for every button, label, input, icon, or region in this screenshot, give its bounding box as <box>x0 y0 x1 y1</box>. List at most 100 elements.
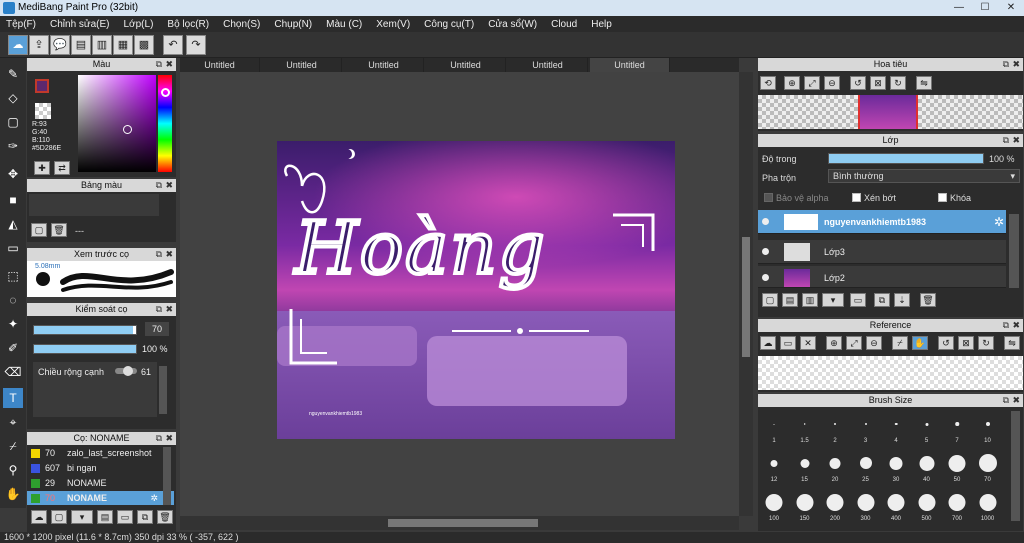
magic-wand-icon[interactable]: ✦ <box>3 314 23 334</box>
upload-icon[interactable]: ⇪ <box>29 35 49 55</box>
tab-untitled-5[interactable]: Untitled <box>508 58 588 72</box>
panel-close-icon[interactable]: ✖ <box>165 58 173 71</box>
delete-brush-icon[interactable]: 🗑 <box>157 510 173 524</box>
nav-reset-icon[interactable]: ⊠ <box>870 76 886 90</box>
brush-size-slider[interactable] <box>33 325 137 335</box>
merge-layer-icon[interactable]: ⇣ <box>894 293 910 307</box>
panel-expand-icon[interactable]: ⧉ <box>156 248 162 261</box>
brush-size-cell[interactable]: 400 <box>882 488 910 524</box>
new-brush-icon[interactable]: ▢ <box>51 510 67 524</box>
panel-close-icon[interactable]: ✖ <box>165 248 173 261</box>
eraser-tool-icon[interactable]: ◇ <box>3 88 23 108</box>
panel-close-icon[interactable]: ✖ <box>1012 319 1020 332</box>
brush-size-cell[interactable]: 1.5 <box>791 410 819 446</box>
brush-size-cell[interactable]: 40 <box>913 449 941 485</box>
panel-expand-icon[interactable]: ⧉ <box>156 58 162 71</box>
brush-size-value[interactable]: 70 <box>145 322 169 336</box>
lasso-tool-icon[interactable]: ◌ <box>3 290 23 310</box>
nav-flip-icon[interactable]: ⇋ <box>916 76 932 90</box>
layer-visibility-icon[interactable] <box>762 274 769 281</box>
brush-size-cell[interactable]: 50 <box>943 449 971 485</box>
layer-opacity-slider[interactable] <box>828 153 984 164</box>
brush-size-cell[interactable]: 200 <box>821 488 849 524</box>
menu-window[interactable]: Cửa sổ(W) <box>482 19 545 30</box>
duplicate-brush-icon[interactable]: ⧉ <box>137 510 153 524</box>
panel-close-icon[interactable]: ✖ <box>165 432 173 445</box>
select-pen-icon[interactable]: ✐ <box>3 338 23 358</box>
layer-row[interactable]: Lớp2 <box>758 266 1006 288</box>
layer-visibility-icon[interactable] <box>762 248 769 255</box>
new-8bit-layer-icon[interactable]: ▥ <box>802 293 818 307</box>
bucket-tool-icon[interactable]: ◭ <box>3 214 23 234</box>
brush-size-cell[interactable]: 70 <box>974 449 1002 485</box>
ref-pick-icon[interactable]: ⌿ <box>892 336 908 350</box>
brush-size-cell[interactable]: 500 <box>913 488 941 524</box>
brush-size-cell[interactable]: 2 <box>821 410 849 446</box>
panel-close-icon[interactable]: ✖ <box>165 179 173 192</box>
panel-close-icon[interactable]: ✖ <box>1012 394 1020 407</box>
duplicate-layer-icon[interactable]: ⧉ <box>874 293 890 307</box>
brush-size-scrollbar[interactable] <box>1011 411 1020 521</box>
brush-list-item[interactable]: 70 zalo_last_screenshot <box>27 446 174 460</box>
delete-palette-icon[interactable]: 🗑 <box>51 223 67 237</box>
ref-zoom-out-icon[interactable]: ⊖ <box>866 336 882 350</box>
layer-list-scrollbar[interactable] <box>1009 214 1019 288</box>
nav-fit-icon[interactable]: ⤢ <box>804 76 820 90</box>
new-layer-icon[interactable]: ▢ <box>762 293 778 307</box>
cloud-icon[interactable]: ☁ <box>8 35 28 55</box>
nav-rotate-icon[interactable]: ⟲ <box>760 76 776 90</box>
ref-rotate-left-icon[interactable]: ↺ <box>938 336 954 350</box>
delete-layer-icon[interactable]: 🗑 <box>920 293 936 307</box>
page-icon[interactable]: ▥ <box>92 35 112 55</box>
select-tool-icon[interactable]: ⬚ <box>3 266 23 286</box>
brush-list-item[interactable]: 607 bi ngạn <box>27 461 174 475</box>
tab-untitled-3[interactable]: Untitled <box>344 58 424 72</box>
add-layer-menu-icon[interactable]: ▾ <box>822 293 844 307</box>
tab-untitled-6[interactable]: Untitled <box>590 58 670 72</box>
hue-cursor[interactable] <box>161 88 170 97</box>
select-eraser-icon[interactable]: ⌫ <box>3 362 23 382</box>
foreground-color-swatch[interactable] <box>35 79 49 93</box>
minimize-button[interactable]: — <box>946 0 972 16</box>
menu-cloud[interactable]: Cloud <box>545 19 585 30</box>
tab-untitled-1[interactable]: Untitled <box>180 58 260 72</box>
document-icon[interactable]: ▤ <box>71 35 91 55</box>
layer-row-selected[interactable]: nguyenvankhiemtb1983 ✲ <box>758 210 1006 234</box>
menu-help[interactable]: Help <box>585 19 620 30</box>
gradient-tool-icon[interactable]: ▭ <box>3 238 23 258</box>
panel-expand-icon[interactable]: ⧉ <box>156 179 162 192</box>
ref-hand-icon[interactable]: ✋ <box>912 336 928 350</box>
close-window-button[interactable]: ✕ <box>998 0 1024 16</box>
edge-width-slider[interactable] <box>115 366 137 376</box>
menu-color[interactable]: Màu (C) <box>320 19 370 30</box>
brush-list-item-selected[interactable]: 70 NONAME ✲ <box>27 491 174 505</box>
nav-rotate-left-icon[interactable]: ↺ <box>850 76 866 90</box>
menu-view[interactable]: Xem(V) <box>370 19 418 30</box>
grid-list-icon[interactable]: ▦ <box>113 35 133 55</box>
clipping-checkbox[interactable] <box>852 193 861 202</box>
brush-size-cell[interactable]: 150 <box>791 488 819 524</box>
canvas-vertical-scrollbar[interactable] <box>739 72 753 516</box>
new-halftone-layer-icon[interactable]: ▤ <box>782 293 798 307</box>
fill-rect-tool-icon[interactable]: ■ <box>3 190 23 210</box>
protect-alpha-checkbox[interactable] <box>764 193 773 202</box>
menu-tools[interactable]: Công cụ(T) <box>418 19 482 30</box>
palette-area[interactable] <box>29 194 159 216</box>
menu-layer[interactable]: Lớp(L) <box>118 19 162 30</box>
brush-size-cell[interactable]: 10 <box>974 410 1002 446</box>
brush-opacity-slider[interactable] <box>33 344 137 354</box>
ref-cloud-icon[interactable]: ☁ <box>760 336 776 350</box>
brush-list-scrollbar[interactable] <box>163 447 171 505</box>
cloud-brush-icon[interactable]: ☁ <box>31 510 47 524</box>
maximize-button[interactable]: ☐ <box>972 0 998 16</box>
tab-untitled-4[interactable]: Untitled <box>426 58 506 72</box>
ref-fit-icon[interactable]: ⤢ <box>846 336 862 350</box>
add-brush-menu-icon[interactable]: ▾ <box>71 510 93 524</box>
brush-size-cell[interactable]: 15 <box>791 449 819 485</box>
brush-tool-icon[interactable]: ✎ <box>3 64 23 84</box>
redo-icon[interactable]: ↷ <box>186 35 206 55</box>
brush-list-item[interactable]: 29 NONAME <box>27 476 174 490</box>
ref-zoom-in-icon[interactable]: ⊕ <box>826 336 842 350</box>
brush-size-cell[interactable]: 7 <box>943 410 971 446</box>
nav-rotate-right-icon[interactable]: ↻ <box>890 76 906 90</box>
